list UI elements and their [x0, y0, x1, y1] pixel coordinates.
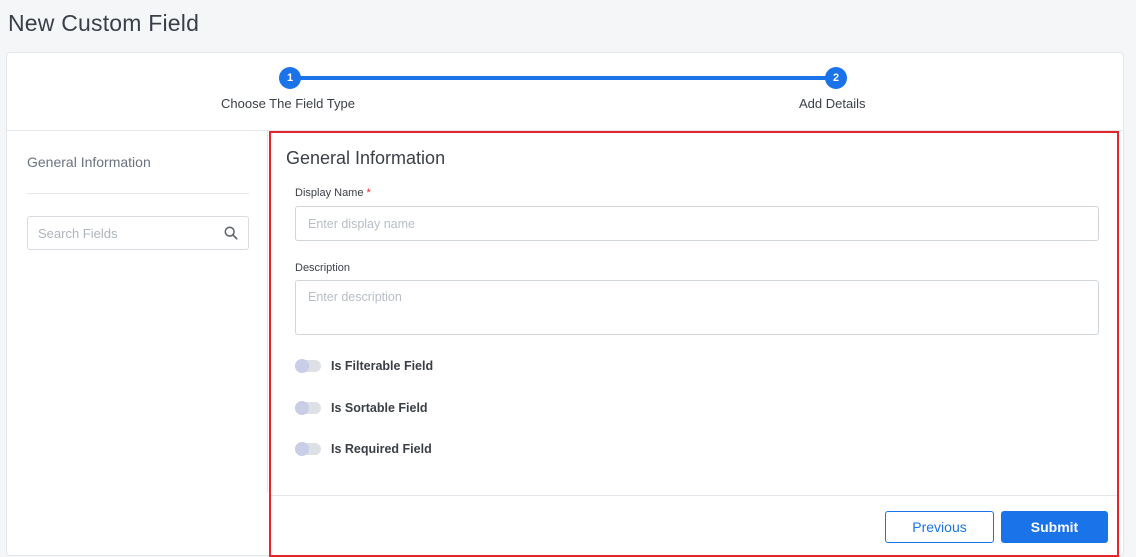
page-title: New Custom Field	[8, 10, 200, 36]
filterable-toggle-row: Is Filterable Field	[295, 359, 433, 373]
sidebar-item-general-information[interactable]: General Information	[27, 154, 151, 170]
step-2-indicator[interactable]: 2	[825, 67, 847, 89]
required-toggle-row: Is Required Field	[295, 442, 432, 456]
previous-button[interactable]: Previous	[885, 511, 994, 543]
step-1-indicator[interactable]: 1	[279, 67, 301, 89]
sidebar: General Information	[7, 131, 268, 493]
required-asterisk: *	[366, 187, 371, 199]
filterable-toggle-label: Is Filterable Field	[331, 359, 434, 373]
required-toggle[interactable]	[295, 442, 321, 456]
filterable-toggle[interactable]	[295, 359, 321, 373]
sortable-toggle-row: Is Sortable Field	[295, 401, 428, 415]
custom-field-card: 1 2 Choose The Field Type Add Details Ge…	[6, 52, 1124, 557]
display-name-label: Display Name *	[295, 187, 371, 199]
display-name-label-text: Display Name	[295, 187, 364, 199]
stepper: 1 2 Choose The Field Type Add Details	[7, 53, 1123, 131]
search-fields-input[interactable]	[28, 217, 208, 249]
stepper-progress-line	[290, 76, 839, 80]
description-label: Description	[295, 262, 351, 274]
step-1-label: Choose The Field Type	[221, 96, 355, 111]
footer-divider	[271, 495, 1117, 496]
sidebar-divider	[27, 193, 249, 194]
step-2-label: Add Details	[799, 96, 866, 111]
required-toggle-label: Is Required Field	[331, 442, 432, 456]
sortable-toggle[interactable]	[295, 401, 321, 415]
submit-button[interactable]: Submit	[1001, 511, 1108, 543]
form-heading: General Information	[286, 148, 446, 168]
search-field-container	[27, 216, 249, 250]
display-name-input[interactable]	[295, 206, 1099, 241]
description-input[interactable]	[295, 280, 1099, 335]
sortable-toggle-label: Is Sortable Field	[331, 401, 428, 415]
general-information-form: General Information Display Name * Descr…	[269, 131, 1119, 557]
search-icon[interactable]	[224, 226, 238, 240]
